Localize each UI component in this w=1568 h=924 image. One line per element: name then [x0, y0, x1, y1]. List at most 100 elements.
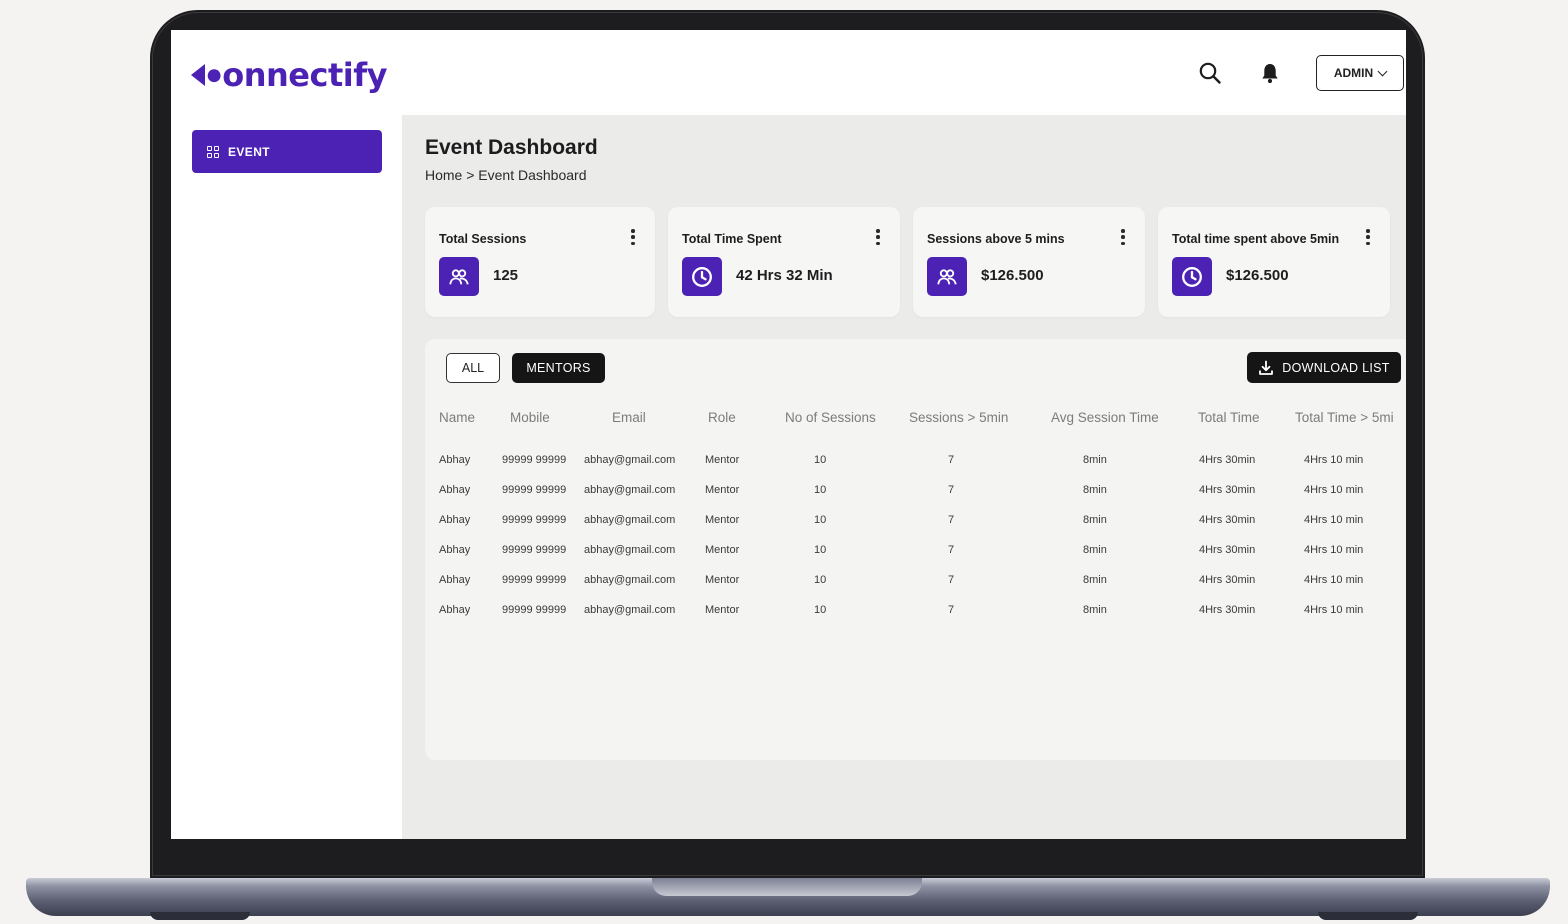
cell-mobile: 99999 99999: [502, 574, 567, 586]
cell-total-time-above-5: 4Hrs 10 min: [1304, 454, 1364, 466]
cell-sessions-above-5: 7: [948, 604, 955, 616]
cell-total-time: 4Hrs 30min: [1199, 544, 1256, 556]
logo-mark-icon: [191, 64, 205, 86]
cell-total-time-above-5: 4Hrs 10 min: [1304, 604, 1364, 616]
cell-avg-session: 8min: [1083, 544, 1107, 556]
column-header-mobile[interactable]: Mobile: [510, 410, 550, 425]
laptop-foot-left: [150, 912, 250, 920]
table-row[interactable]: Abhay 99999 99999 abhay@gmail.com Mentor…: [425, 535, 1406, 565]
laptop-foot-right: [1318, 912, 1418, 920]
cell-email: abhay@gmail.com: [584, 604, 676, 616]
cell-email: abhay@gmail.com: [584, 514, 676, 526]
sidebar-item-event[interactable]: EVENT: [192, 130, 382, 173]
cell-mobile: 99999 99999: [502, 544, 567, 556]
cell-mobile: 99999 99999: [502, 484, 567, 496]
table-row[interactable]: Abhay 99999 99999 abhay@gmail.com Mentor…: [425, 445, 1406, 475]
page-title: Event Dashboard: [425, 136, 598, 159]
stat-card-value: $126.500: [981, 267, 1044, 284]
cell-total-time: 4Hrs 30min: [1199, 604, 1256, 616]
cell-total-time-above-5: 4Hrs 10 min: [1304, 514, 1364, 526]
cell-sessions-above-5: 7: [948, 484, 955, 496]
filter-mentors-button[interactable]: MENTORS: [512, 353, 605, 383]
cell-avg-session: 8min: [1083, 604, 1107, 616]
column-header-name[interactable]: Name: [439, 410, 475, 425]
search-icon[interactable]: [1198, 61, 1222, 85]
column-header-sessions-above-5[interactable]: Sessions > 5min: [909, 410, 1008, 425]
admin-menu-button[interactable]: ADMIN: [1316, 55, 1404, 91]
cell-email: abhay@gmail.com: [584, 574, 676, 586]
column-header-total-time[interactable]: Total Time: [1198, 410, 1260, 425]
cell-name: Abhay: [439, 484, 471, 496]
cell-total-time: 4Hrs 30min: [1199, 454, 1256, 466]
download-list-button[interactable]: DOWNLOAD LIST: [1247, 352, 1401, 383]
cell-total-time-above-5: 4Hrs 10 min: [1304, 544, 1364, 556]
cell-email: abhay@gmail.com: [584, 484, 676, 496]
logo-dot-icon: [207, 69, 221, 83]
cell-avg-session: 8min: [1083, 574, 1107, 586]
stat-card-value: $126.500: [1226, 267, 1289, 284]
cell-total-time-above-5: 4Hrs 10 min: [1304, 484, 1364, 496]
cell-role: Mentor: [705, 454, 740, 466]
cell-mobile: 99999 99999: [502, 514, 567, 526]
table-row[interactable]: Abhay 99999 99999 abhay@gmail.com Mentor…: [425, 505, 1406, 535]
cell-sessions: 10: [814, 514, 827, 526]
cell-total-time: 4Hrs 30min: [1199, 514, 1256, 526]
clock-icon: [682, 257, 722, 296]
cell-mobile: 99999 99999: [502, 454, 567, 466]
mentors-table-panel: ALL MENTORS DOWNLOAD LIST Name Mobile Em…: [425, 339, 1406, 760]
stat-card-value: 42 Hrs 32 Min: [736, 267, 833, 284]
sidebar: onnectify EVENT: [171, 30, 402, 839]
download-icon: [1259, 360, 1274, 375]
table-row[interactable]: Abhay 99999 99999 abhay@gmail.com Mentor…: [425, 565, 1406, 595]
column-header-role[interactable]: Role: [708, 410, 736, 425]
users-icon: [927, 257, 967, 296]
grid-icon: [207, 145, 219, 158]
cell-avg-session: 8min: [1083, 514, 1107, 526]
table-row[interactable]: Abhay 99999 99999 abhay@gmail.com Mentor…: [425, 595, 1406, 625]
stat-card-total-time: Total Time Spent 42 Hrs 32 Min: [668, 207, 900, 317]
cell-role: Mentor: [705, 514, 740, 526]
cell-email: abhay@gmail.com: [584, 454, 676, 466]
laptop-base: [26, 878, 1550, 916]
download-list-label: DOWNLOAD LIST: [1282, 360, 1390, 375]
column-header-email[interactable]: Email: [612, 410, 646, 425]
chevron-down-icon: [1377, 66, 1388, 76]
cell-total-time: 4Hrs 30min: [1199, 484, 1256, 496]
more-options-icon[interactable]: [1121, 229, 1125, 245]
cell-name: Abhay: [439, 454, 471, 466]
cell-sessions-above-5: 7: [948, 574, 955, 586]
cell-role: Mentor: [705, 604, 740, 616]
stat-card-total-sessions: Total Sessions 125: [425, 207, 655, 317]
cell-sessions-above-5: 7: [948, 514, 955, 526]
cell-role: Mentor: [705, 574, 740, 586]
more-options-icon[interactable]: [1366, 229, 1370, 245]
logo-text: onnectify: [222, 56, 387, 94]
column-header-total-time-above-5[interactable]: Total Time > 5mi: [1295, 410, 1394, 425]
cell-name: Abhay: [439, 544, 471, 556]
brand-logo[interactable]: onnectify: [191, 42, 387, 108]
more-options-icon[interactable]: [876, 229, 880, 245]
cell-sessions: 10: [814, 574, 827, 586]
top-bar: ADMIN: [402, 30, 1406, 115]
cell-mobile: 99999 99999: [502, 604, 567, 616]
cell-email: abhay@gmail.com: [584, 544, 676, 556]
stat-card-title: Total Time Spent: [682, 232, 782, 246]
column-header-avg-session[interactable]: Avg Session Time: [1051, 410, 1159, 425]
table-row[interactable]: Abhay 99999 99999 abhay@gmail.com Mentor…: [425, 475, 1406, 505]
filter-all-button[interactable]: ALL: [446, 353, 500, 383]
users-icon: [439, 257, 479, 296]
cell-role: Mentor: [705, 544, 740, 556]
bell-icon[interactable]: [1258, 61, 1282, 85]
app-screen: onnectify EVENT ADMIN Event Dashboard Ho…: [171, 30, 1406, 839]
cell-role: Mentor: [705, 484, 740, 496]
cell-name: Abhay: [439, 574, 471, 586]
stat-card-title: Total Sessions: [439, 232, 527, 246]
cell-name: Abhay: [439, 514, 471, 526]
stat-card-title: Sessions above 5 mins: [927, 232, 1065, 246]
cell-sessions: 10: [814, 604, 827, 616]
more-options-icon[interactable]: [631, 229, 635, 245]
breadcrumb[interactable]: Home > Event Dashboard: [425, 167, 586, 183]
cell-total-time: 4Hrs 30min: [1199, 574, 1256, 586]
cell-sessions: 10: [814, 544, 827, 556]
column-header-sessions[interactable]: No of Sessions: [785, 410, 876, 425]
